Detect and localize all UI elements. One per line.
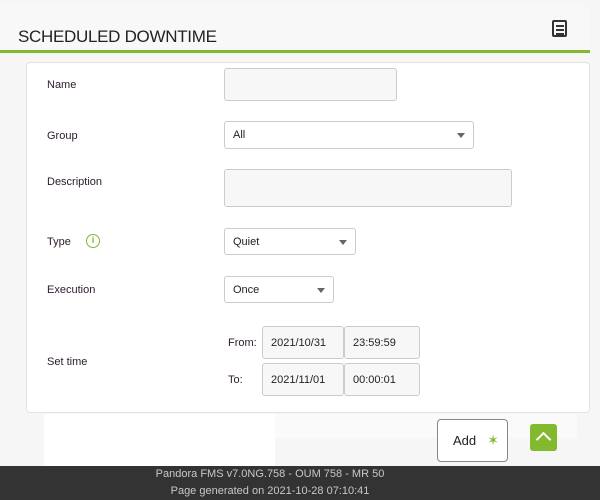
from-date-input[interactable]: 2021/10/31	[262, 326, 344, 359]
execution-select[interactable]: Once	[224, 276, 334, 303]
info-icon[interactable]: i	[86, 234, 100, 248]
description-label: Description	[47, 176, 103, 188]
from-label: From:	[228, 337, 257, 349]
set-time-label: Set time	[47, 356, 88, 368]
page-title: SCHEDULED DOWNTIME	[18, 27, 217, 46]
add-label: Add	[453, 433, 477, 448]
description-textarea[interactable]	[224, 169, 512, 207]
group-select[interactable]: All	[224, 121, 474, 149]
execution-value: Once	[233, 283, 260, 296]
footer-generated: Page generated on 2021-10-28 07:10:41	[170, 485, 370, 497]
type-label: Type	[47, 236, 71, 248]
to-time-input[interactable]: 00:00:01	[344, 363, 420, 396]
footer: Pandora FMS v7.0NG.758 - OUM 758 - MR 50…	[0, 466, 600, 500]
name-label: Name	[47, 79, 77, 91]
group-value: All	[233, 129, 246, 141]
to-date-input[interactable]: 2021/11/01	[262, 363, 344, 396]
type-value: Quiet	[233, 235, 260, 248]
scroll-top-button[interactable]	[530, 424, 557, 451]
bottom-area	[44, 414, 275, 466]
type-select[interactable]: Quiet	[224, 228, 356, 255]
name-input[interactable]	[224, 68, 397, 101]
from-time-input[interactable]: 23:59:59	[344, 326, 420, 359]
to-label: To:	[228, 374, 243, 386]
execution-label: Execution	[47, 284, 96, 296]
footer-version: Pandora FMS v7.0NG.758 - OUM 758 - MR 50	[155, 468, 385, 480]
group-label: Group	[47, 130, 78, 142]
add-button[interactable]: Add ✶	[437, 419, 508, 462]
list-icon[interactable]	[552, 20, 567, 37]
page-header: SCHEDULED DOWNTIME	[0, 5, 590, 53]
wand-icon: ✶	[487, 432, 499, 448]
